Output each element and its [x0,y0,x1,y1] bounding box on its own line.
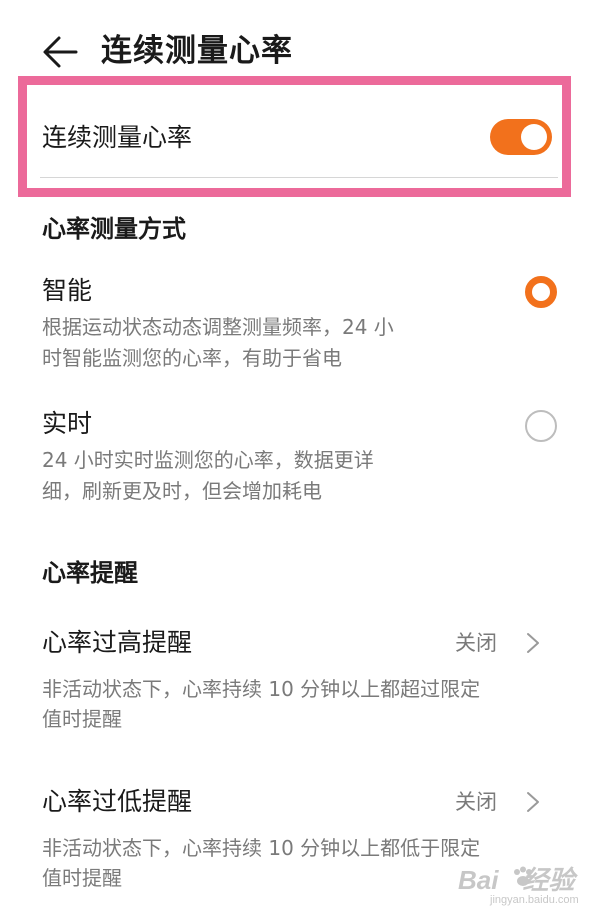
option-realtime[interactable]: 实时 24 小时实时监测您的心率，数据更详 细，刷新更及时，但会增加耗电 [0,403,601,518]
option-realtime-title: 实时 [42,409,93,438]
reminder-high-title: 心率过高提醒 [42,628,193,657]
page-title: 连续测量心率 [101,33,293,69]
radio-smart-selected[interactable] [525,276,557,308]
chevron-right-icon [527,633,539,653]
measure-mode-heading: 心率测量方式 [42,215,186,243]
reminder-high-row[interactable]: 心率过高提醒 关闭 非活动状态下，心率持续 10 分钟以上都超过限定 值时提醒 [0,622,601,742]
back-arrow-icon[interactable] [40,32,80,72]
option-smart-title: 智能 [42,276,93,305]
reminder-high-value: 关闭 [455,631,497,655]
reminder-high-description: 非活动状态下，心率持续 10 分钟以上都超过限定 值时提醒 [42,677,481,731]
watermark-sub-text: jingyan.baidu.com [490,894,579,906]
reminder-low-value: 关闭 [455,790,497,814]
continuous-measure-toggle[interactable] [490,119,552,155]
radio-realtime[interactable] [525,410,557,442]
reminders-heading: 心率提醒 [42,559,138,587]
divider [40,177,558,178]
option-smart-description: 根据运动状态动态调整测量频率，24 小 时智能监测您的心率，有助于省电 [42,315,394,370]
reminder-low-title: 心率过低提醒 [42,787,193,816]
paw-icon [514,866,532,886]
continuous-measure-label: 连续测量心率 [42,123,193,152]
option-smart[interactable]: 智能 根据运动状态动态调整测量频率，24 小 时智能监测您的心率，有助于省电 [0,270,601,385]
chevron-right-icon [527,792,539,812]
option-realtime-description: 24 小时实时监测您的心率，数据更详 细，刷新更及时，但会增加耗电 [42,448,374,503]
toggle-knob [521,124,547,150]
baidu-watermark: Bai 经验 jingyan.baidu.com [450,860,590,910]
